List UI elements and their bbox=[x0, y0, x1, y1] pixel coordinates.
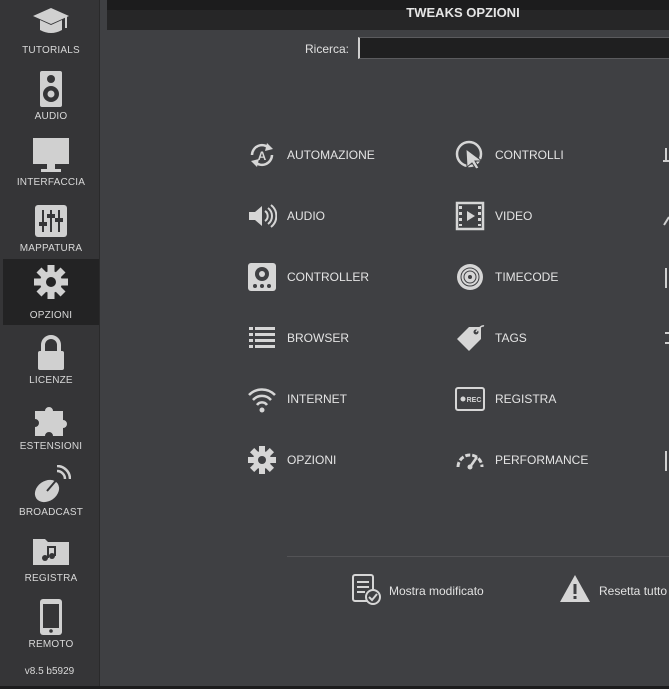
version-label: v8.5 b5929 bbox=[24, 666, 75, 677]
sidebar-item-label: REMOTO bbox=[28, 639, 74, 650]
category-registra[interactable]: REC REGISTRA bbox=[455, 383, 556, 415]
sidebar-item-label: LICENZE bbox=[29, 375, 73, 386]
controller-icon bbox=[247, 262, 277, 292]
phone-icon bbox=[3, 596, 99, 638]
vinyl-icon bbox=[455, 262, 485, 292]
sidebar-item-label: MAPPATURA bbox=[19, 243, 83, 254]
gear-icon bbox=[3, 261, 99, 303]
search-input[interactable] bbox=[358, 37, 669, 59]
clipped-category-icon bbox=[662, 144, 669, 166]
sidebar-item-label: TUTORIALS bbox=[22, 45, 80, 56]
sidebar: TUTORIALS AUDIO INTERFACCIA MAPPATURA OP… bbox=[0, 0, 100, 689]
clipped-category-icon bbox=[662, 449, 669, 471]
category-label: VIDEO bbox=[495, 209, 533, 223]
svg-text:A: A bbox=[258, 149, 267, 163]
show-modified-label: Mostra modificato bbox=[389, 584, 484, 598]
category-video[interactable]: VIDEO bbox=[455, 200, 532, 232]
category-controller[interactable]: CONTROLLER bbox=[247, 261, 369, 293]
title-bar: TWEAKS OPZIONI bbox=[107, 0, 669, 30]
sidebar-item-licenze[interactable]: LICENZE bbox=[3, 330, 99, 396]
sidebar-item-label: OPZIONI bbox=[29, 310, 73, 321]
automation-icon: A bbox=[247, 140, 277, 170]
page-title: TWEAKS OPZIONI bbox=[406, 5, 520, 20]
clipped-category-icon bbox=[662, 266, 669, 288]
sidebar-item-label: BROADCAST bbox=[18, 507, 84, 518]
warning-icon bbox=[559, 573, 591, 610]
category-label: PERFORMANCE bbox=[495, 453, 589, 467]
sidebar-item-label: AUDIO bbox=[34, 111, 68, 122]
category-internet[interactable]: INTERNET bbox=[247, 383, 347, 415]
wifi-icon bbox=[247, 384, 277, 414]
category-label: AUDIO bbox=[287, 209, 326, 223]
sidebar-item-audio[interactable]: AUDIO bbox=[3, 66, 99, 132]
category-audio[interactable]: AUDIO bbox=[247, 200, 325, 232]
reset-all-button[interactable]: Resetta tutto bbox=[559, 573, 668, 610]
list-icon bbox=[247, 323, 277, 353]
sidebar-item-label: REGISTRA bbox=[24, 573, 78, 584]
category-label: REGISTRA bbox=[495, 392, 557, 406]
tag-icon bbox=[455, 323, 485, 353]
mixer-sliders-icon bbox=[3, 200, 99, 242]
category-label: TIMECODE bbox=[495, 270, 559, 284]
category-label: CONTROLLER bbox=[287, 270, 370, 284]
reset-all-label: Resetta tutto bbox=[599, 584, 668, 598]
category-label: INTERNET bbox=[287, 392, 347, 406]
clipped-category-icon bbox=[662, 327, 669, 349]
category-controlli[interactable]: CONTROLLI bbox=[455, 139, 564, 171]
category-tags[interactable]: TAGS bbox=[455, 322, 527, 354]
document-check-icon bbox=[351, 573, 381, 610]
puzzle-icon bbox=[3, 398, 99, 440]
sidebar-item-mappatura[interactable]: MAPPATURA bbox=[3, 198, 99, 264]
film-icon bbox=[455, 201, 485, 231]
rec-icon: REC bbox=[455, 384, 485, 414]
monitor-icon bbox=[3, 134, 99, 176]
clipped-category-icon bbox=[662, 205, 669, 227]
gear-icon bbox=[247, 445, 277, 475]
sidebar-item-opzioni[interactable]: OPZIONI bbox=[3, 259, 99, 325]
sidebar-item-estensioni[interactable]: ESTENSIONI bbox=[3, 396, 99, 462]
category-performance[interactable]: PERFORMANCE bbox=[455, 444, 588, 476]
gauge-icon bbox=[455, 445, 485, 475]
satellite-dish-icon bbox=[3, 464, 99, 506]
lock-icon bbox=[3, 332, 99, 374]
speaker-icon bbox=[3, 68, 99, 110]
search-label: Ricerca: bbox=[305, 42, 350, 56]
graduation-cap-icon bbox=[3, 2, 99, 44]
show-modified-button[interactable]: Mostra modificato bbox=[351, 573, 484, 610]
category-label: BROWSER bbox=[287, 331, 350, 345]
category-label: OPZIONI bbox=[287, 453, 337, 467]
sidebar-item-registra[interactable]: REGISTRA bbox=[3, 528, 99, 594]
category-automazione[interactable]: A AUTOMAZIONE bbox=[247, 139, 375, 171]
sidebar-item-label: INTERFACCIA bbox=[16, 177, 86, 188]
sidebar-item-tutorials[interactable]: TUTORIALS bbox=[3, 0, 99, 66]
sidebar-item-label: ESTENSIONI bbox=[19, 441, 83, 452]
music-folder-icon bbox=[3, 530, 99, 572]
sidebar-item-remoto[interactable]: REMOTO bbox=[3, 594, 99, 660]
svg-text:REC: REC bbox=[467, 397, 482, 404]
sidebar-item-broadcast[interactable]: BROADCAST bbox=[3, 462, 99, 528]
cursor-icon bbox=[455, 140, 485, 170]
category-timecode[interactable]: TIMECODE bbox=[455, 261, 558, 293]
sidebar-item-interfaccia[interactable]: INTERFACCIA bbox=[3, 132, 99, 198]
category-browser[interactable]: BROWSER bbox=[247, 322, 349, 354]
category-label: CONTROLLI bbox=[495, 148, 564, 162]
category-label: TAGS bbox=[495, 331, 527, 345]
category-label: AUTOMAZIONE bbox=[287, 148, 375, 162]
category-opzioni[interactable]: OPZIONI bbox=[247, 444, 336, 476]
volume-icon bbox=[247, 201, 277, 231]
divider bbox=[287, 556, 669, 557]
